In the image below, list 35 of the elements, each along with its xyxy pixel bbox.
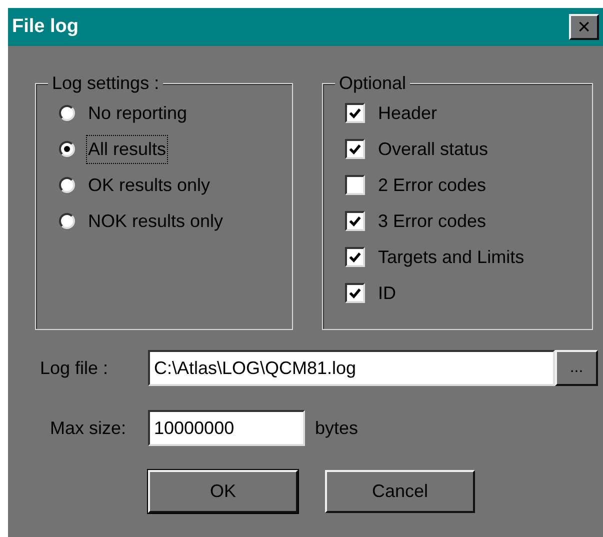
field-label: Max size: [50, 416, 128, 440]
check-icon [349, 251, 361, 263]
checkbox-label[interactable]: 2 Error codes [378, 172, 486, 198]
checkbox-label[interactable]: 3 Error codes [378, 208, 486, 234]
browse-button[interactable]: ... [555, 350, 598, 386]
checkbox-label[interactable]: Header [378, 100, 438, 126]
checkbox-label[interactable]: Targets and Limits [378, 244, 524, 270]
checkbox[interactable] [345, 211, 365, 231]
radio-button[interactable] [59, 105, 75, 121]
radio-label[interactable]: All results [87, 136, 168, 162]
checkbox[interactable] [345, 283, 365, 303]
checkbox-label[interactable]: Overall status [378, 136, 488, 162]
checkbox[interactable] [345, 247, 365, 267]
check-icon [349, 215, 361, 227]
check-icon [349, 143, 361, 155]
field-label: Log file : [40, 356, 110, 380]
cancel-button[interactable]: Cancel [325, 470, 475, 513]
radio-button[interactable] [59, 213, 75, 229]
radio-button[interactable] [59, 177, 75, 193]
max-size-field[interactable]: 10000000 [148, 410, 305, 446]
window-title: File log [12, 14, 78, 39]
radio-label[interactable]: OK results only [87, 172, 212, 198]
checkbox[interactable] [345, 103, 365, 123]
check-icon [349, 287, 361, 299]
radio-button[interactable] [59, 141, 75, 157]
checkbox[interactable] [345, 139, 365, 159]
ok-button[interactable]: OK [148, 470, 298, 513]
checkbox-label[interactable]: ID [378, 280, 396, 306]
checkbox[interactable] [345, 175, 365, 195]
unit-label: bytes [315, 416, 358, 440]
log-file-field[interactable]: C:\Atlas\LOG\QCM81.log [148, 350, 555, 386]
close-button[interactable]: × [569, 14, 599, 40]
check-icon [349, 107, 361, 119]
radio-label[interactable]: No reporting [87, 100, 188, 126]
radio-label[interactable]: NOK results only [87, 208, 224, 234]
